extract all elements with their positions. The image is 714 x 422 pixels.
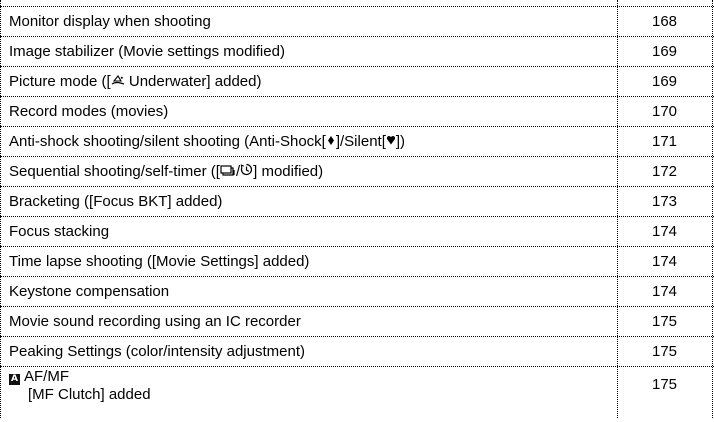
toc-row[interactable]: Bracketing ([Focus BKT] added) 173 <box>0 187 714 217</box>
toc-row[interactable]: Movie sound recording using an IC record… <box>0 307 714 337</box>
toc-row[interactable]: Sequential shooting/self-timer ([ / ] mo… <box>0 157 714 187</box>
toc-item-title: Record modes (movies) <box>9 103 169 120</box>
toc-row[interactable]: A AF/MF [MF Clutch] added 175 <box>0 367 714 422</box>
toc-row[interactable]: Image stabilizer (Movie settings modifie… <box>0 37 714 67</box>
toc-item-page: 174 <box>651 223 678 240</box>
toc-item-subtitle: [MF Clutch] added <box>28 386 151 403</box>
toc-row[interactable]: Anti-shock shooting/silent shooting (Ant… <box>0 127 714 157</box>
toc-row[interactable]: Peaking Settings (color/intensity adjust… <box>0 337 714 367</box>
toc-item-page: 174 <box>651 253 678 270</box>
toc-item-title: Image stabilizer (Movie settings modifie… <box>9 43 285 60</box>
toc-item-title: Monitor display when shooting <box>9 13 211 30</box>
toc-item-page: 172 <box>651 163 678 180</box>
toc-item-title: Bracketing ([Focus BKT] added) <box>9 193 223 210</box>
toc-item-page: 169 <box>651 43 678 60</box>
toc-item-title-mid: ]/Silent[ <box>335 133 386 150</box>
anti-shock-icon <box>326 127 336 157</box>
toc-item-title: Anti-shock shooting/silent shooting (Ant… <box>9 127 405 157</box>
af-mf-mode-icon: A <box>9 374 20 385</box>
toc-item-page: 171 <box>651 133 678 150</box>
toc-item-title-line1: AF/MF <box>24 368 69 385</box>
toc-item-page: 169 <box>651 73 678 90</box>
toc-item-page: 175 <box>651 313 678 330</box>
toc-item-title: A AF/MF <box>9 367 69 387</box>
toc-row[interactable]: Time lapse shooting ([Movie Settings] ad… <box>0 247 714 277</box>
toc-item-title-prefix: Picture mode ([ <box>9 73 111 90</box>
toc-row[interactable]: Focus stacking 174 <box>0 217 714 247</box>
toc-item-page: 168 <box>651 13 678 30</box>
toc-row[interactable]: Record modes (movies) 170 <box>0 97 714 127</box>
toc-item-title: Time lapse shooting ([Movie Settings] ad… <box>9 253 310 270</box>
sequential-icon <box>220 157 236 187</box>
toc-row[interactable]: Monitor display when shooting 168 <box>0 7 714 37</box>
silent-icon <box>386 127 396 157</box>
self-timer-icon <box>240 157 253 187</box>
toc-item-title-prefix: Anti-shock shooting/silent shooting (Ant… <box>9 133 326 150</box>
toc-item-title: Focus stacking <box>9 223 110 240</box>
toc-item-page: 170 <box>651 103 678 120</box>
toc-row[interactable]: Picture mode ([ Underwater] added) 169 <box>0 67 714 97</box>
toc-item-title: Keystone compensation <box>9 283 170 300</box>
underwater-icon <box>111 67 125 97</box>
toc-item-page: 174 <box>651 283 678 300</box>
toc-row[interactable]: Keystone compensation 174 <box>0 277 714 307</box>
toc-item-title: Sequential shooting/self-timer ([ / ] mo… <box>9 157 323 187</box>
toc-item-page: 175 <box>651 343 678 360</box>
toc-item-title-suffix: Underwater] added) <box>124 73 262 90</box>
toc-item-page: 173 <box>651 193 678 210</box>
toc-item-title-suffix: ]) <box>395 133 406 150</box>
toc-item-page: 175 <box>651 376 678 393</box>
toc-item-title: Movie sound recording using an IC record… <box>9 313 301 330</box>
top-divider <box>0 0 714 7</box>
toc-item-title: Picture mode ([ Underwater] added) <box>9 67 261 97</box>
toc-item-title: Peaking Settings (color/intensity adjust… <box>9 343 305 360</box>
toc-item-title-suffix: ] modified) <box>253 163 324 180</box>
toc-item-title-prefix: Sequential shooting/self-timer ([ <box>9 163 220 180</box>
